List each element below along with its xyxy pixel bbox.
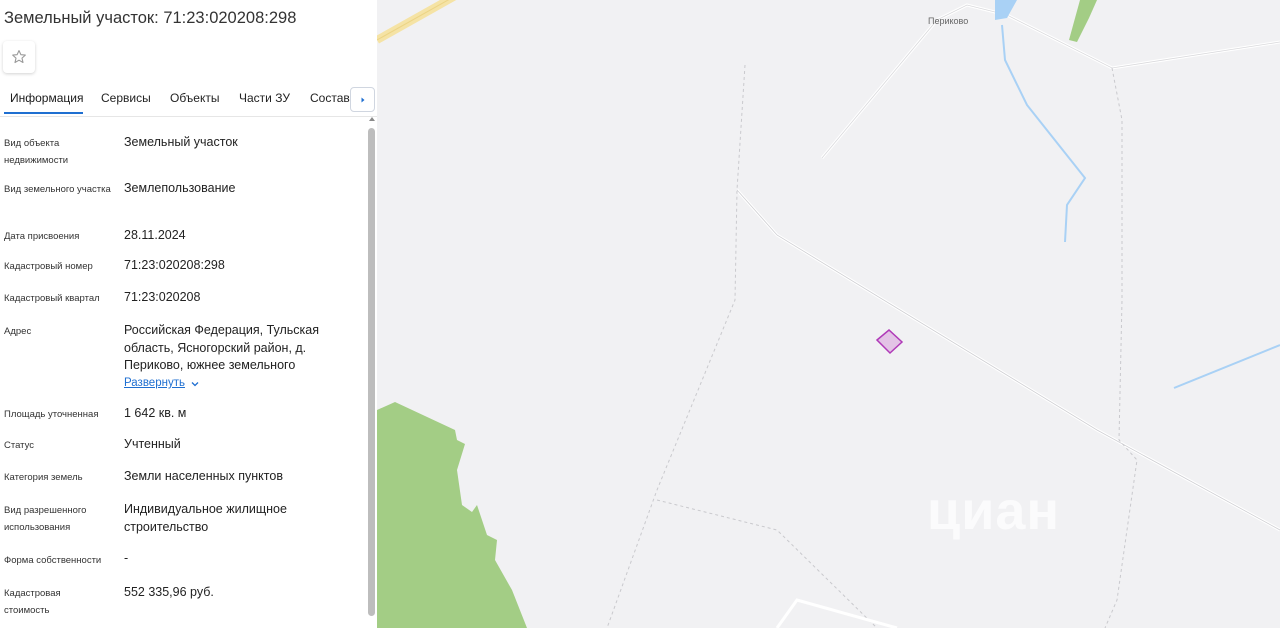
field-label-status: Статус (4, 440, 35, 451)
chevron-down-icon[interactable] (190, 379, 200, 389)
field-value-status: Учтенный (124, 437, 181, 451)
field-value-assignment-date: 28.11.2024 (124, 228, 186, 242)
map-stream (1001, 24, 1087, 243)
map-street (735, 189, 1280, 532)
info-panel: Земельный участок: 71:23:020208:298 Инфо… (0, 0, 377, 628)
map-boundary (656, 499, 878, 628)
favorite-button[interactable] (3, 41, 35, 73)
map-view[interactable]: Периково циан (377, 0, 1280, 628)
caret-right-icon (361, 97, 364, 102)
field-label-cadastral-quarter: Кадастровый квартал (4, 293, 100, 304)
tab-information[interactable]: Информация (10, 91, 83, 105)
address-expand-link[interactable]: Развернуть (124, 377, 185, 389)
map-place-label: Периково (928, 16, 969, 26)
tab-composition[interactable]: Состав (310, 91, 350, 105)
map-forest (377, 402, 527, 628)
field-label-ownership-form: Форма собственности (4, 555, 102, 566)
page-title: Земельный участок: 71:23:020208:298 (4, 9, 297, 27)
active-tab-indicator (4, 112, 83, 114)
map-canvas[interactable] (377, 0, 1280, 628)
land-parcel-outline[interactable] (875, 329, 904, 355)
field-label-land-category: Категория земель (4, 472, 83, 483)
field-label-permitted-use: Вид разрешенного использования (4, 505, 87, 533)
tabs-scroll-right-button[interactable] (350, 87, 375, 112)
field-value-area: 1 642 кв. м (124, 406, 187, 420)
field-value-permitted-use: Индивидуальное жилищное строительство (124, 502, 287, 534)
map-stream (1173, 344, 1280, 389)
map-forest (1069, 0, 1097, 42)
field-value-parcel-type: Землепользование (124, 181, 236, 195)
tab-services[interactable]: Сервисы (101, 91, 151, 105)
field-label-cadastral-number: Кадастровый номер (4, 261, 93, 272)
map-street (775, 598, 898, 628)
field-label-cadastral-value: Кадастровая стоимость (4, 588, 61, 616)
tab-bar: Информация Сервисы Объекты Части ЗУ Сост… (0, 86, 377, 117)
field-value-cadastral-quarter: 71:23:020208 (124, 290, 201, 304)
map-road (377, 0, 457, 44)
field-label-address: Адрес (4, 326, 32, 337)
field-value-cadastral-number: 71:23:020208:298 (124, 258, 225, 272)
field-label-area: Площадь уточненная (4, 409, 99, 420)
tab-objects[interactable]: Объекты (170, 91, 220, 105)
map-boundary (606, 64, 746, 628)
field-label-parcel-type: Вид земельного участка (4, 184, 111, 195)
field-value-address: Российская Федерация, Тульская область, … (124, 323, 320, 372)
map-boundary (1104, 67, 1138, 628)
field-label-assignment-date: Дата присвоения (4, 231, 80, 242)
scroll-up-arrow[interactable] (369, 117, 375, 121)
field-value-object-type: Земельный участок (124, 135, 238, 149)
field-value-cadastral-value: 552 335,96 руб. (124, 585, 214, 599)
field-value-ownership-form: - (124, 551, 129, 565)
star-icon (12, 50, 26, 64)
cian-watermark: циан (927, 481, 1061, 541)
field-value-land-category: Земли населенных пунктов (124, 469, 283, 483)
scrollbar-thumb[interactable] (368, 128, 375, 616)
tab-parts[interactable]: Части ЗУ (239, 91, 290, 105)
map-street-edge (736, 189, 1280, 531)
field-label-object-type: Вид объекта недвижимости (4, 138, 69, 166)
